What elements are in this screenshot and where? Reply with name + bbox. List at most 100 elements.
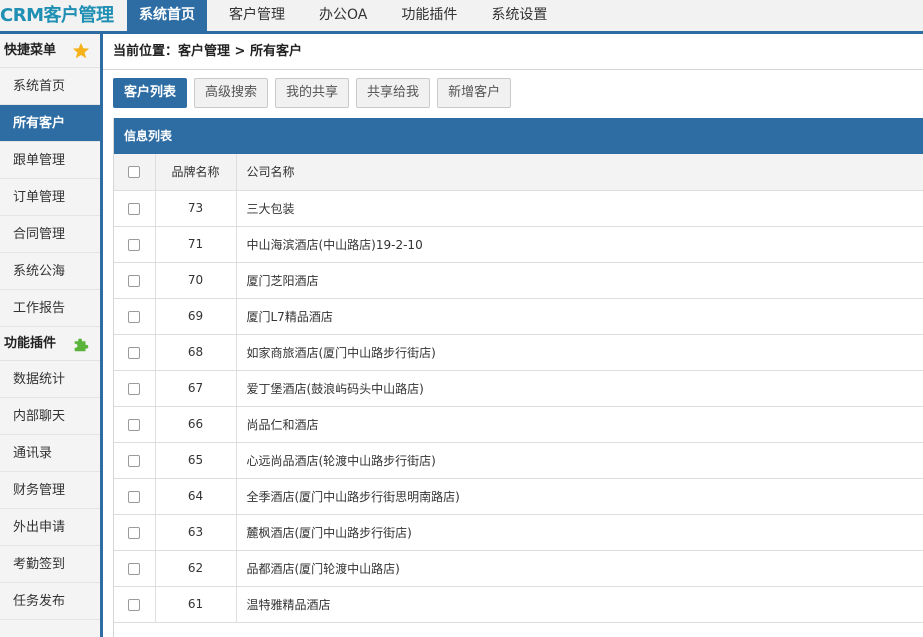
row-checkbox[interactable] (128, 382, 141, 395)
row-checkbox[interactable] (128, 310, 141, 323)
table-row[interactable]: 70 厦门芝阳酒店 (114, 262, 923, 299)
row-checkbox[interactable] (128, 526, 141, 539)
row-checkbox[interactable] (128, 454, 141, 467)
sidebar-item-attendance[interactable]: 考勤签到 (0, 546, 100, 583)
company-cell[interactable]: 三大包装 (236, 190, 923, 227)
brand-cell: 62 (155, 550, 237, 587)
plugin-menu-title: 功能插件 (4, 336, 57, 351)
top-bar: CRM客户管理 系统首页 客户管理 办公OA 功能插件 系统设置 (0, 0, 923, 34)
sidebar-item-finance[interactable]: 财务管理 (0, 472, 100, 509)
company-cell[interactable]: 如家商旅酒店(厦门中山路步行街店) (236, 334, 923, 371)
row-checkbox[interactable] (128, 346, 141, 359)
brand-cell: 66 (155, 406, 237, 443)
row-check-cell (114, 550, 156, 587)
column-header-brand[interactable]: 品牌名称 (155, 154, 237, 191)
sidebar-item-internal-chat[interactable]: 内部聊天 (0, 398, 100, 435)
sidebar-item-work-report[interactable]: 工作报告 (0, 290, 100, 327)
row-check-cell (114, 478, 156, 515)
brand-cell: 68 (155, 334, 237, 371)
row-checkbox[interactable] (128, 418, 141, 431)
brand-cell: 64 (155, 478, 237, 515)
info-list-panel: 信息列表 品牌名称 公司名称 73 三大包装 71 中山海滨酒店(中山路店)19-2-… (113, 118, 923, 637)
brand-cell: 73 (155, 190, 237, 227)
panel-title: 信息列表 (114, 118, 923, 154)
brand-cell: 67 (155, 370, 237, 407)
table-row[interactable]: 73 三大包装 (114, 190, 923, 227)
row-check-cell (114, 190, 156, 227)
topnav-plugins[interactable]: 功能插件 (389, 0, 469, 31)
row-checkbox[interactable] (128, 202, 141, 215)
sidebar-item-orders[interactable]: 订单管理 (0, 179, 100, 216)
sidebar-item-statistics[interactable]: 数据统计 (0, 361, 100, 398)
company-cell[interactable]: 中山海滨酒店(中山路店)19-2-10 (236, 226, 923, 263)
sidebar-item-followup[interactable]: 跟单管理 (0, 142, 100, 179)
table-row[interactable]: 63 麓枫酒店(厦门中山路步行街店) (114, 514, 923, 551)
sidebar-item-outing-request[interactable]: 外出申请 (0, 509, 100, 546)
table-row[interactable]: 64 全季酒店(厦门中山路步行街思明南路店) (114, 478, 923, 515)
puzzle-icon (74, 338, 89, 352)
add-customer-button[interactable]: 新增客户 (437, 78, 512, 108)
row-check-cell (114, 406, 156, 443)
table-row[interactable]: 61 温特雅精品酒店 (114, 586, 923, 623)
company-cell[interactable]: 全季酒店(厦门中山路步行街思明南路店) (236, 478, 923, 515)
row-check-cell (114, 370, 156, 407)
sidebar-item-home[interactable]: 系统首页 (0, 68, 100, 105)
row-checkbox[interactable] (128, 274, 141, 287)
company-cell[interactable]: 温特雅精品酒店 (236, 586, 923, 623)
row-check-cell (114, 514, 156, 551)
topnav-customers[interactable]: 客户管理 (217, 0, 297, 31)
row-checkbox[interactable] (128, 238, 141, 251)
topnav-office-oa[interactable]: 办公OA (307, 0, 379, 31)
star-icon (72, 42, 90, 59)
sidebar-item-all-customers[interactable]: 所有客户 (0, 105, 100, 142)
quick-menu-title: 快捷菜单 (4, 43, 57, 58)
company-cell[interactable]: 心远尚品酒店(轮渡中山路步行街店) (236, 442, 923, 479)
customer-list-button[interactable]: 客户列表 (113, 78, 188, 108)
table-header-row: 品牌名称 公司名称 (114, 154, 923, 191)
row-check-cell (114, 262, 156, 299)
table-row[interactable]: 65 心远尚品酒店(轮渡中山路步行街店) (114, 442, 923, 479)
top-nav: 系统首页 客户管理 办公OA 功能插件 系统设置 (127, 0, 569, 31)
brand-cell: 70 (155, 262, 237, 299)
topnav-home[interactable]: 系统首页 (127, 0, 207, 31)
table-row[interactable]: 67 爱丁堡酒店(鼓浪屿码头中山路店) (114, 370, 923, 407)
brand-cell: 69 (155, 298, 237, 335)
company-cell[interactable]: 厦门芝阳酒店 (236, 262, 923, 299)
sidebar-item-public-pool[interactable]: 系统公海 (0, 253, 100, 290)
shared-with-me-button[interactable]: 共享给我 (356, 78, 431, 108)
row-checkbox[interactable] (128, 562, 141, 575)
sidebar-item-task-publish[interactable]: 任务发布 (0, 583, 100, 620)
company-cell[interactable]: 厦门L7精品酒店 (236, 298, 923, 335)
row-check-cell (114, 226, 156, 263)
breadcrumb: 当前位置：客户管理 > 所有客户 (103, 34, 923, 70)
table-row[interactable]: 69 厦门L7精品酒店 (114, 298, 923, 335)
table-row[interactable]: 71 中山海滨酒店(中山路店)19-2-10 (114, 226, 923, 263)
company-cell[interactable]: 品都酒店(厦门轮渡中山路店) (236, 550, 923, 587)
customer-table: 品牌名称 公司名称 73 三大包装 71 中山海滨酒店(中山路店)19-2-10 70 厦… (114, 154, 923, 623)
brand-cell: 71 (155, 226, 237, 263)
sidebar: 快捷菜单 系统首页 所有客户 跟单管理 订单管理 合同管理 系统公海 工作报告 … (0, 34, 103, 637)
toolbar: 客户列表 高级搜索 我的共享 共享给我 新增客户 (113, 78, 518, 108)
column-header-company[interactable]: 公司名称 (236, 154, 923, 191)
table-row[interactable]: 66 尚品仁和酒店 (114, 406, 923, 443)
row-checkbox[interactable] (128, 490, 141, 503)
brand-cell: 65 (155, 442, 237, 479)
sidebar-item-contacts[interactable]: 通讯录 (0, 435, 100, 472)
select-all-checkbox[interactable] (128, 166, 141, 179)
advanced-search-button[interactable]: 高级搜索 (194, 78, 269, 108)
app-logo: CRM客户管理 (0, 5, 114, 26)
company-cell[interactable]: 尚品仁和酒店 (236, 406, 923, 443)
brand-cell: 63 (155, 514, 237, 551)
my-shares-button[interactable]: 我的共享 (275, 78, 350, 108)
row-checkbox[interactable] (128, 598, 141, 611)
table-row[interactable]: 62 品都酒店(厦门轮渡中山路店) (114, 550, 923, 587)
company-cell[interactable]: 麓枫酒店(厦门中山路步行街店) (236, 514, 923, 551)
table-row[interactable]: 68 如家商旅酒店(厦门中山路步行街店) (114, 334, 923, 371)
row-check-cell (114, 586, 156, 623)
sidebar-item-contracts[interactable]: 合同管理 (0, 216, 100, 253)
row-check-cell (114, 442, 156, 479)
plugin-menu-header: 功能插件 (0, 327, 100, 361)
topnav-settings[interactable]: 系统设置 (479, 0, 559, 31)
company-cell[interactable]: 爱丁堡酒店(鼓浪屿码头中山路店) (236, 370, 923, 407)
brand-cell: 61 (155, 586, 237, 623)
